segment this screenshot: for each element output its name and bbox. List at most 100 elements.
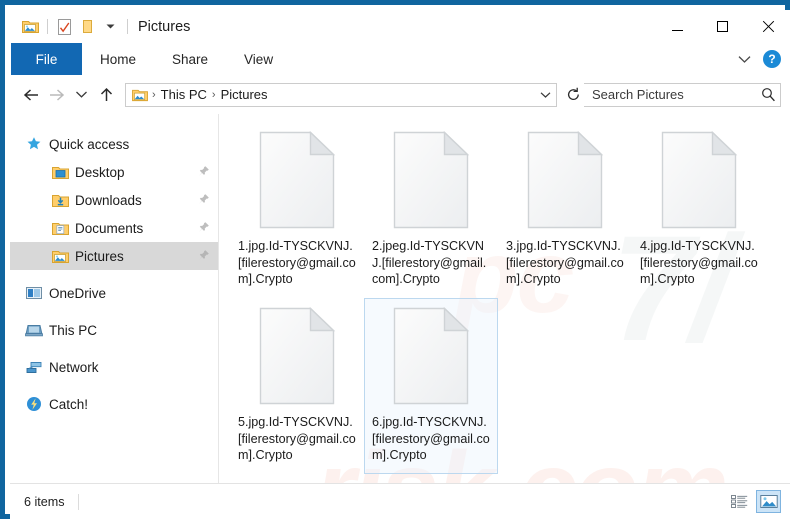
- minimize-button[interactable]: [655, 10, 700, 43]
- refresh-button[interactable]: [562, 83, 584, 107]
- file-item[interactable]: 5.jpg.Id-TYSCKVNJ.[filerestory@gmail.com…: [230, 298, 364, 474]
- help-button[interactable]: ?: [763, 50, 781, 68]
- search-box[interactable]: [584, 82, 781, 107]
- file-name-label: 2.jpeg.Id-TYSCKVNJ.[filerestory@gmail.co…: [372, 239, 487, 287]
- file-list-view[interactable]: 7/ pc risk.com: [219, 114, 790, 483]
- ribbon-collapse-chevron-down-icon[interactable]: [731, 46, 757, 72]
- downloads-folder-icon: [50, 191, 70, 209]
- large-icons-view-button[interactable]: [756, 490, 781, 513]
- file-item-selected[interactable]: 6.jpg.Id-TYSCKVNJ.[filerestory@gmail.com…: [364, 298, 498, 474]
- onedrive-icon: [24, 284, 44, 302]
- window-title: Pictures: [138, 18, 191, 35]
- sidebar-item-this-pc[interactable]: This PC: [10, 316, 218, 344]
- breadcrumb[interactable]: › This PC › Pictures: [125, 82, 557, 107]
- pin-icon[interactable]: [198, 249, 210, 264]
- pictures-folder-icon[interactable]: [19, 16, 41, 38]
- search-input[interactable]: [592, 87, 761, 102]
- sidebar-item-catch[interactable]: Catch!: [10, 390, 218, 418]
- catch-icon: [24, 395, 44, 413]
- maximize-icon: [717, 21, 728, 32]
- file-item[interactable]: 3.jpg.Id-TYSCKVNJ.[filerestory@gmail.com…: [498, 122, 632, 298]
- network-icon: [24, 358, 44, 376]
- desktop-folder-icon: [50, 163, 70, 181]
- file-explorer-window: Pictures File Home Share View ? › This P…: [0, 0, 790, 519]
- pin-icon[interactable]: [198, 193, 210, 208]
- sidebar-item-label: Downloads: [75, 192, 142, 208]
- recent-locations-button[interactable]: [69, 82, 94, 107]
- sidebar-item-label: Pictures: [75, 248, 124, 264]
- quick-access-toolbar: Pictures: [10, 10, 190, 43]
- file-item[interactable]: 4.jpg.Id-TYSCKVNJ.[filerestory@gmail.com…: [632, 122, 766, 298]
- sidebar-item-label: Desktop: [75, 164, 125, 180]
- customize-toolbar-icon[interactable]: [99, 16, 121, 38]
- blank-file-icon: [660, 130, 738, 229]
- sidebar-item-label: This PC: [49, 322, 98, 338]
- tab-home[interactable]: Home: [82, 43, 154, 75]
- title-bar: Pictures: [10, 10, 790, 43]
- file-item[interactable]: 2.jpeg.Id-TYSCKVNJ.[filerestory@gmail.co…: [364, 122, 498, 298]
- breadcrumb-item-pictures[interactable]: Pictures: [217, 87, 272, 102]
- star-icon: [24, 135, 44, 153]
- sidebar-item-label: Catch!: [49, 396, 89, 412]
- file-name-label: 1.jpg.Id-TYSCKVNJ.[filerestory@gmail.com…: [238, 239, 356, 287]
- ribbon-right-controls: ?: [731, 43, 790, 75]
- this-pc-icon: [24, 321, 44, 339]
- breadcrumb-item-this-pc[interactable]: This PC: [157, 87, 211, 102]
- sidebar-item-label: Documents: [75, 220, 144, 236]
- sidebar-item-label: OneDrive: [49, 285, 107, 301]
- search-icon[interactable]: [761, 87, 776, 102]
- status-divider: [77, 493, 79, 510]
- blank-file-icon: [258, 130, 336, 229]
- sidebar-item-network[interactable]: Network: [10, 353, 218, 381]
- address-bar: › This PC › Pictures: [10, 75, 790, 114]
- sidebar-item-downloads[interactable]: Downloads: [10, 186, 218, 214]
- back-button[interactable]: [19, 82, 44, 107]
- documents-folder-icon: [50, 219, 70, 237]
- title-divider: [127, 19, 128, 34]
- pin-icon[interactable]: [198, 221, 210, 236]
- close-button[interactable]: [745, 10, 790, 43]
- up-button[interactable]: [94, 82, 119, 107]
- blank-file-icon: [392, 306, 470, 405]
- new-folder-icon[interactable]: [76, 16, 98, 38]
- status-bar: 6 items: [10, 483, 790, 519]
- maximize-button[interactable]: [700, 10, 745, 43]
- toolbar-divider: [47, 19, 48, 34]
- file-name-label: 5.jpg.Id-TYSCKVNJ.[filerestory@gmail.com…: [238, 415, 356, 463]
- sidebar-item-onedrive[interactable]: OneDrive: [10, 279, 218, 307]
- details-view-button[interactable]: [727, 490, 752, 513]
- sidebar-item-desktop[interactable]: Desktop: [10, 158, 218, 186]
- sidebar-item-label: Quick access: [49, 136, 130, 152]
- navigation-pane: Quick access Desktop Downloads Documents…: [10, 114, 219, 483]
- blank-file-icon: [392, 130, 470, 229]
- sidebar-item-documents[interactable]: Documents: [10, 214, 218, 242]
- tab-share[interactable]: Share: [154, 43, 226, 75]
- properties-icon[interactable]: [53, 16, 75, 38]
- file-name-label: 6.jpg.Id-TYSCKVNJ.[filerestory@gmail.com…: [372, 415, 490, 463]
- file-item[interactable]: 1.jpg.Id-TYSCKVNJ.[filerestory@gmail.com…: [230, 122, 364, 298]
- window-frame: Pictures File Home Share View ? › This P…: [0, 0, 790, 519]
- view-mode-buttons: [727, 490, 781, 513]
- blank-file-icon: [258, 306, 336, 405]
- tab-view[interactable]: View: [226, 43, 291, 75]
- forward-button[interactable]: [44, 82, 69, 107]
- breadcrumb-chevron-down-icon[interactable]: [536, 84, 554, 106]
- pictures-folder-icon: [50, 247, 70, 265]
- file-grid: 1.jpg.Id-TYSCKVNJ.[filerestory@gmail.com…: [219, 114, 790, 474]
- blank-file-icon: [526, 130, 604, 229]
- file-name-label: 3.jpg.Id-TYSCKVNJ.[filerestory@gmail.com…: [506, 239, 624, 287]
- minimize-icon: [672, 29, 683, 31]
- ribbon-tab-strip: File Home Share View ?: [10, 43, 790, 75]
- tab-file[interactable]: File: [11, 43, 82, 75]
- breadcrumb-pictures-folder-icon: [131, 87, 149, 103]
- file-name-label: 4.jpg.Id-TYSCKVNJ.[filerestory@gmail.com…: [640, 239, 758, 287]
- sidebar-item-pictures[interactable]: Pictures: [10, 242, 218, 270]
- explorer-body: Quick access Desktop Downloads Documents…: [10, 114, 790, 483]
- sidebar-item-quick-access[interactable]: Quick access: [10, 130, 218, 158]
- item-count-label: 6 items: [24, 494, 65, 509]
- pin-icon[interactable]: [198, 165, 210, 180]
